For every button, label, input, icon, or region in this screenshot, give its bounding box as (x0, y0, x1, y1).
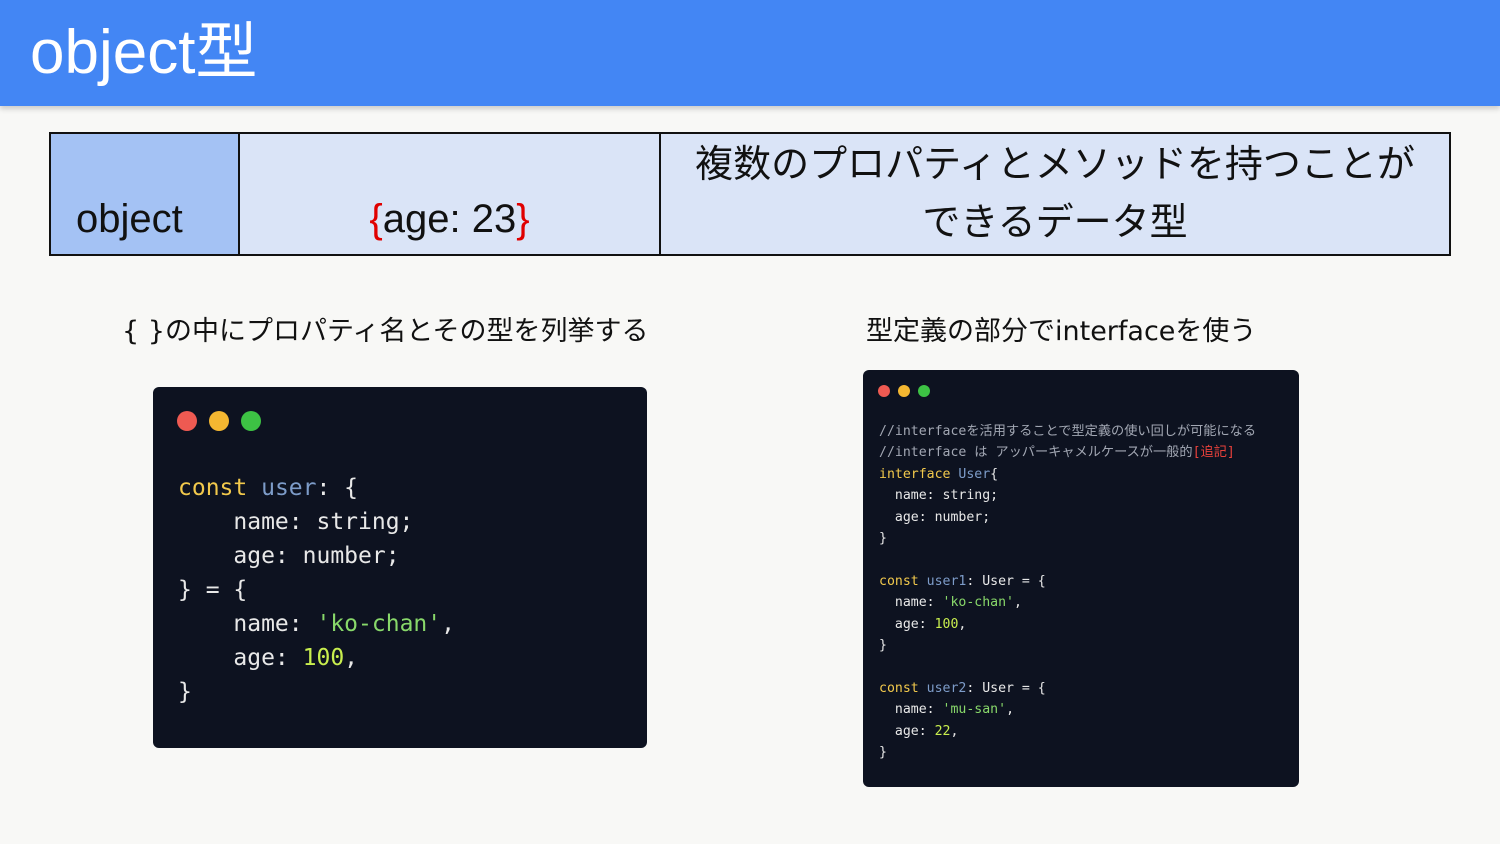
code-token: age: (879, 616, 935, 632)
code-token: 'ko-chan' (942, 595, 1014, 611)
table-row: object {age: 23} 複数のプロパティとメソッドを持つことが できる… (49, 132, 1451, 256)
code-token: { (990, 466, 999, 482)
code-token: , (1014, 595, 1022, 611)
description-line: できるデータ型 (922, 202, 1188, 244)
code-token: name: string; (178, 509, 414, 535)
code-line: age: number; (879, 507, 1256, 528)
code-line: const user: { (178, 471, 455, 505)
code-token: //interface は アッパーキャメルケースが一般的 (879, 445, 1193, 461)
code-token: 100 (934, 616, 959, 632)
code-token: : { (316, 475, 359, 501)
code-token: const (879, 680, 927, 696)
code-token: , (950, 723, 959, 739)
code-token: name: string; (879, 488, 999, 504)
object-type-summary-table: object {age: 23} 複数のプロパティとメソッドを持つことが できる… (49, 132, 1451, 256)
code-token: name: (178, 611, 317, 637)
code-line: name: 'ko-chan', (178, 607, 455, 641)
example-close-brace: } (516, 197, 530, 241)
code-line: name: string; (879, 485, 1256, 506)
code-token: const (178, 475, 262, 501)
code-line: age: number; (178, 539, 455, 573)
code-token: age: number; (178, 543, 400, 569)
code-token: age: (178, 645, 303, 671)
code-line: age: 100, (879, 614, 1256, 635)
code-token: user1 (926, 573, 967, 589)
code-window-interface: //interfaceを活用することで型定義の使い回しが可能になる //inter… (863, 370, 1299, 787)
example-cell: {age: 23} (238, 132, 661, 256)
code-line: age: 100, (178, 641, 455, 675)
code-token: 'ko-chan' (316, 611, 442, 637)
type-name: object (76, 197, 183, 241)
code-token: , (958, 616, 967, 632)
code-token: user2 (926, 680, 967, 696)
code-token: } (879, 531, 887, 547)
code-token: interface (879, 466, 959, 482)
code-line: const user2: User = { (879, 678, 1256, 699)
code-line: } (879, 528, 1256, 549)
minimize-dot-icon (898, 385, 910, 397)
code-line: name: 'ko-chan', (879, 592, 1256, 613)
maximize-dot-icon (918, 385, 930, 397)
code-token: } = { (178, 577, 248, 603)
code-token: user (261, 475, 317, 501)
code-token: //interfaceを活用することで型定義の使い回しが可能になる (879, 424, 1257, 439)
description-cell: 複数のプロパティとメソッドを持つことが できるデータ型 (659, 132, 1451, 256)
minimize-dot-icon (209, 411, 229, 431)
code-token: , (441, 611, 455, 637)
code-token: : User = { (966, 680, 1046, 696)
close-dot-icon (878, 385, 890, 397)
code-token: age: number; (879, 509, 991, 525)
code-line: } (178, 675, 455, 709)
code-window-inline-type: const user: { name: string; age: number;… (153, 387, 647, 748)
description-line: 複数のプロパティとメソッドを持つことが (695, 144, 1415, 186)
code-token: } (178, 679, 192, 705)
code-token: , (1006, 702, 1015, 718)
slide-title: object型 (30, 18, 258, 87)
title-bar: object型 (0, 0, 1500, 106)
code-line: name: 'mu-san', (879, 699, 1256, 720)
example-body: age: 23 (382, 197, 517, 241)
code-line: interface User{ (879, 464, 1256, 485)
code-token: : User = { (966, 573, 1046, 589)
code-token: } (879, 745, 887, 761)
left-caption: { }の中にプロパティ名とその型を列挙する (122, 316, 649, 347)
code-line: name: string; (178, 505, 455, 539)
code-token: 22 (934, 723, 951, 739)
code-token: [追記] (1192, 445, 1235, 461)
code-token: const (879, 573, 927, 589)
code-line: } (879, 635, 1256, 656)
code-token: name: (879, 702, 943, 718)
code-line: const user1: User = { (879, 571, 1256, 592)
code-token: , (344, 645, 359, 671)
code-line: //interface は アッパーキャメルケースが一般的[追記] (879, 442, 1256, 463)
code-token: 'mu-san' (942, 702, 1007, 718)
code-line: } = { (178, 573, 455, 607)
right-caption: 型定義の部分でinterfaceを使う (866, 316, 1257, 347)
window-controls (177, 411, 261, 431)
window-controls (878, 385, 930, 397)
close-dot-icon (177, 411, 197, 431)
code-token: name: (879, 595, 943, 611)
code-line: age: 22, (879, 721, 1256, 742)
code-token: } (879, 638, 887, 654)
code-token: User (958, 466, 991, 482)
code-line: } (879, 742, 1256, 763)
example-open-brace: { (369, 197, 383, 241)
code-block: const user: { name: string; age: number;… (178, 471, 455, 709)
code-block: //interfaceを活用することで型定義の使い回しが可能になる //inter… (879, 421, 1256, 764)
maximize-dot-icon (241, 411, 261, 431)
code-token: age: (879, 723, 935, 739)
type-name-cell: object (49, 132, 240, 256)
code-token: 100 (302, 645, 345, 671)
code-line: //interfaceを活用することで型定義の使い回しが可能になる (879, 421, 1256, 442)
